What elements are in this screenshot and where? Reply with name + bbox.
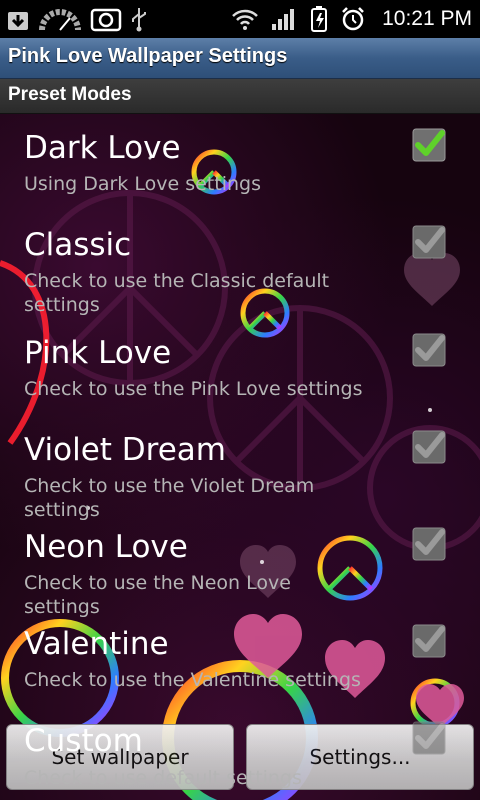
gauge-icon	[39, 9, 81, 31]
checkbox-unchecked-icon[interactable]	[412, 333, 446, 367]
app-title-bar: Pink Love Wallpaper Settings	[0, 38, 480, 79]
signal-icon	[272, 9, 295, 30]
category-title: Preset Modes	[8, 84, 132, 105]
checkbox-unchecked-icon[interactable]	[412, 430, 446, 464]
app-title: Pink Love Wallpaper Settings	[8, 45, 288, 67]
preset-summary: Check to use the Classic default setting…	[24, 270, 330, 316]
preset-title: Classic	[24, 227, 132, 263]
download-icon	[8, 12, 28, 30]
preset-summary: Check to use the Violet Dream settings	[24, 475, 315, 521]
status-bar: 10:21 PM	[0, 0, 480, 38]
preset-title: Valentine	[24, 626, 169, 662]
preset-title: Dark Love	[24, 130, 181, 166]
camera-icon	[90, 8, 122, 32]
checkbox-checked-icon[interactable]	[412, 128, 446, 162]
charging-icon	[311, 6, 328, 32]
preset-summary: Using Dark Love settings	[24, 173, 261, 195]
checkbox-unchecked-icon[interactable]	[412, 225, 446, 259]
wifi-icon	[232, 9, 258, 30]
usb-icon	[132, 8, 146, 32]
checkbox-unchecked-icon[interactable]	[412, 624, 446, 658]
category-header: Preset Modes	[0, 79, 480, 114]
preset-summary: Check to use the Pink Love settings	[24, 378, 363, 400]
preset-title: Neon Love	[24, 529, 188, 565]
preset-summary: Check to use the Valentine settings	[24, 669, 361, 691]
preset-title: Violet Dream	[24, 432, 226, 468]
clock: 10:21 PM	[382, 7, 472, 30]
preset-title: Pink Love	[24, 335, 172, 371]
preset-title: Custom	[24, 723, 143, 759]
checkbox-unchecked-icon[interactable]	[412, 721, 446, 755]
checkbox-unchecked-icon[interactable]	[412, 527, 446, 561]
preset-summary: Check to use the Neon Love settings	[24, 572, 291, 618]
preset-summary: Check to use default settings	[24, 767, 302, 789]
alarm-icon	[342, 7, 364, 31]
